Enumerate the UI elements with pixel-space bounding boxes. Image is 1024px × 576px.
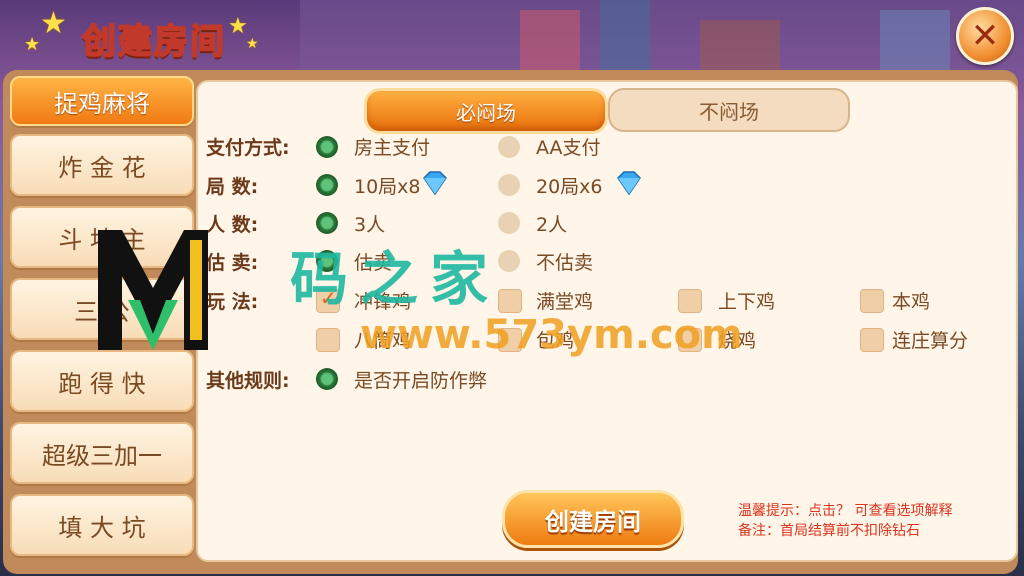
rounds-label: 局 数: — [206, 176, 259, 198]
sidebar-item-label: 捉鸡麻将 — [54, 89, 150, 118]
tip-hint: 温馨提示：点击？ 可查看选项解释 — [738, 503, 953, 519]
tab-label: 必闷场 — [456, 100, 516, 125]
sidebar-item-tiandakeng[interactable]: 填 大 坑 — [10, 494, 194, 556]
option-label: 房主支付 — [354, 137, 431, 159]
option-label: 2人 — [536, 214, 568, 236]
players-label: 人 数: — [206, 214, 259, 236]
create-room-label: 创建房间 — [545, 507, 641, 536]
create-room-button[interactable]: 创建房间 — [502, 490, 684, 548]
radio-rounds-10[interactable] — [316, 174, 338, 196]
checkbox-mantangji[interactable] — [498, 289, 522, 313]
tab-bimen[interactable]: 必闷场 — [364, 88, 608, 134]
option-label: 满堂鸡 — [536, 291, 594, 313]
radio-payment-owner[interactable] — [316, 136, 338, 158]
checkbox-shangxiaji[interactable] — [678, 289, 702, 313]
payment-label: 支付方式: — [206, 137, 290, 159]
sidebar-item-chaoji[interactable]: 超级三加一 — [10, 422, 194, 484]
tip-note: 备注：首局结算前不扣除钻石 — [738, 523, 920, 539]
option-label: 上下鸡 — [718, 291, 776, 313]
page-title: 创建房间 — [81, 21, 226, 63]
watermark-url: www.573ym.com — [360, 312, 743, 358]
tab-label: 不闷场 — [699, 99, 759, 124]
other-rules-label: 其他规则: — [206, 370, 290, 392]
close-icon: ✕ — [970, 16, 1000, 56]
play-label: 玩 法: — [206, 291, 259, 313]
radio-payment-aa[interactable] — [498, 136, 520, 158]
gumai-label: 估 卖: — [206, 252, 259, 274]
option-label: 不估卖 — [536, 252, 594, 274]
sidebar-item-zhajinhua[interactable]: 炸 金 花 — [10, 134, 194, 196]
option-label: AA支付 — [536, 137, 601, 159]
checkbox-lianzhuang[interactable] — [860, 328, 884, 352]
option-label: 10局x8 — [354, 176, 421, 198]
tab-bumen[interactable]: 不闷场 — [608, 88, 850, 132]
radio-players-2[interactable] — [498, 212, 520, 234]
option-label: 本鸡 — [892, 291, 931, 313]
radio-anticheat[interactable] — [316, 368, 338, 390]
checkbox-batongji[interactable] — [316, 328, 340, 352]
star-icon: ★ — [246, 36, 259, 52]
title-banner: ★ ★ ★ ★ 创建房间 — [18, 4, 268, 68]
radio-rounds-20[interactable] — [498, 174, 520, 196]
star-icon: ★ — [24, 34, 41, 55]
option-label: 连庄算分 — [892, 330, 969, 352]
option-label: 20局x6 — [536, 176, 603, 198]
radio-players-3[interactable] — [316, 212, 338, 234]
star-icon: ★ — [228, 14, 248, 39]
diamond-icon — [423, 171, 447, 196]
watermark-text: 码之家 — [290, 245, 501, 313]
sidebar-item-label: 填 大 坑 — [58, 513, 146, 542]
sidebar-item-label: 跑 得 快 — [58, 369, 146, 398]
close-button[interactable]: ✕ — [956, 7, 1014, 65]
sidebar-item-zhuoji-majiang[interactable]: 捉鸡麻将 — [10, 76, 194, 126]
star-icon: ★ — [40, 6, 67, 41]
radio-gumai-no[interactable] — [498, 250, 520, 272]
watermark-logo — [98, 230, 208, 350]
option-label: 是否开启防作弊 — [354, 370, 488, 392]
sidebar-item-label: 超级三加一 — [42, 441, 162, 470]
sidebar-item-paodekuai[interactable]: 跑 得 快 — [10, 350, 194, 412]
sidebar-item-label: 炸 金 花 — [58, 153, 146, 182]
checkbox-benji[interactable] — [860, 289, 884, 313]
diamond-icon — [617, 171, 641, 196]
